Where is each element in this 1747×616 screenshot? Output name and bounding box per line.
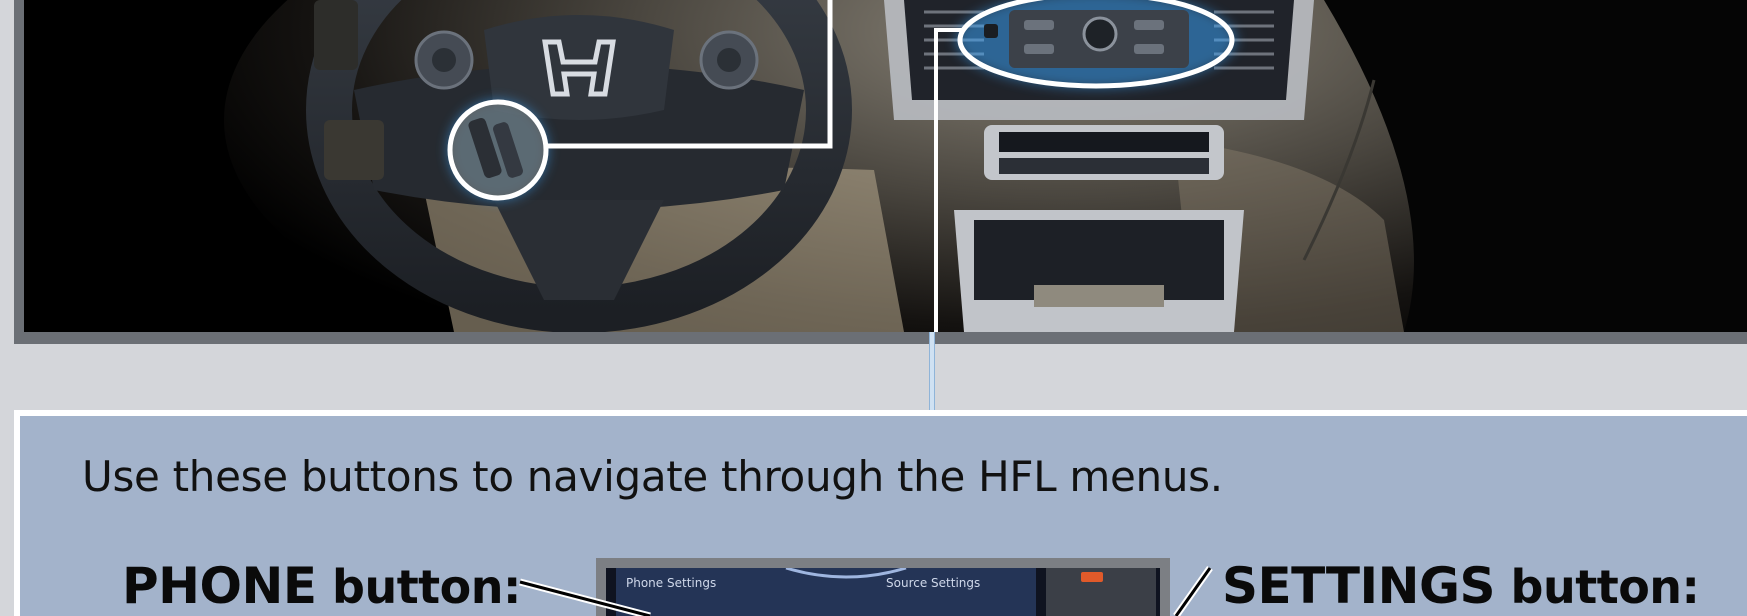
settings-label-suffix: button: bbox=[1495, 560, 1700, 614]
dashboard-illustration bbox=[24, 0, 1747, 332]
selector-knob bbox=[1082, 16, 1118, 52]
dashboard-photo bbox=[24, 0, 1747, 332]
phone-button-label: PHONE button: bbox=[122, 557, 521, 615]
screen-phone-settings-item: Phone Settings bbox=[626, 576, 717, 590]
screen-source-settings-item: Source Settings bbox=[886, 576, 981, 590]
phone-label-suffix: button: bbox=[316, 560, 521, 614]
callout-connector-line bbox=[929, 332, 935, 412]
settings-key-word: SETTINGS bbox=[1222, 557, 1496, 615]
display-screen: Phone Settings Source Settings bbox=[606, 568, 1160, 616]
intro-text: Use these buttons to navigate through th… bbox=[82, 452, 1223, 501]
phone-key-word: PHONE bbox=[122, 557, 317, 615]
indicator-light bbox=[1081, 572, 1103, 582]
settings-button-label: SETTINGS button: bbox=[1222, 557, 1700, 615]
